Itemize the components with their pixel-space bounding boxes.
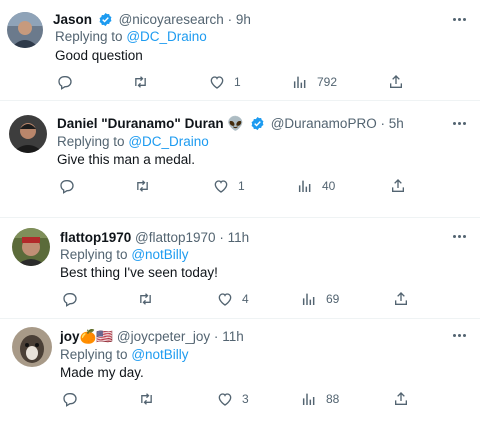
retweet-icon (134, 178, 151, 194)
views-icon (301, 391, 317, 407)
share-button[interactable] (390, 176, 406, 196)
separator-dot: · (227, 12, 233, 27)
avatar[interactable] (12, 327, 52, 367)
views-icon (292, 74, 308, 90)
separator-dot: · (213, 329, 219, 344)
more-icon[interactable] (452, 333, 468, 339)
tweet-text: Made my day. (60, 365, 144, 380)
heart-icon (213, 178, 229, 194)
tweet-4[interactable]: joy🍊🇺🇸 @joycpeter_joy · 11h Replying to … (0, 319, 480, 426)
share-button[interactable] (388, 72, 404, 92)
retweet-button[interactable] (137, 289, 154, 309)
tweet-actions: 1 40 (57, 176, 417, 196)
reply-button[interactable] (57, 72, 73, 92)
view-count: 40 (322, 179, 336, 193)
like-button[interactable]: 3 (217, 389, 249, 409)
avatar[interactable] (9, 115, 47, 153)
like-button[interactable]: 1 (209, 72, 241, 92)
like-count: 1 (234, 75, 241, 89)
replying-to: Replying to @DC_Draino (55, 28, 207, 46)
views-button[interactable]: 88 (301, 389, 339, 409)
reply-button[interactable] (62, 389, 78, 409)
tweet-text: Give this man a medal. (57, 152, 196, 167)
share-icon (390, 178, 406, 194)
heart-icon (217, 291, 233, 307)
views-icon (301, 291, 317, 307)
replying-to-label: Replying to (57, 134, 125, 149)
tweet-1[interactable]: Jason @nicoyaresearch · 9h Replying to @… (0, 0, 480, 100)
separator-dot: · (219, 230, 224, 245)
verified-badge-icon (250, 116, 265, 136)
retweet-button[interactable] (134, 176, 151, 196)
like-count: 1 (238, 179, 245, 193)
view-count: 792 (317, 75, 338, 89)
replying-to: Replying to @DC_Draino (57, 133, 209, 151)
more-icon[interactable] (452, 234, 468, 240)
timestamp[interactable]: 11h (228, 230, 250, 245)
timestamp[interactable]: 11h (222, 329, 244, 344)
share-button[interactable] (393, 289, 409, 309)
reply-icon (57, 74, 73, 90)
avatar[interactable] (7, 12, 43, 48)
replying-to: Replying to @notBilly (60, 246, 189, 264)
view-count: 88 (326, 392, 340, 406)
reply-icon (59, 178, 75, 194)
share-icon (393, 391, 409, 407)
heart-icon (217, 391, 233, 407)
views-button[interactable]: 40 (297, 176, 335, 196)
name-emoji: 🍊🇺🇸 (79, 329, 114, 344)
views-button[interactable]: 792 (292, 72, 337, 92)
replying-to-label: Replying to (60, 247, 128, 262)
display-name[interactable]: flattop1970 (60, 230, 131, 245)
tweet-actions: 3 88 (60, 389, 420, 409)
replying-to-link[interactable]: @notBilly (131, 347, 188, 362)
name-emoji: 👽 (227, 116, 245, 131)
replying-to-link[interactable]: @DC_Draino (126, 29, 206, 44)
reply-icon (62, 391, 78, 407)
heart-icon (209, 74, 225, 90)
replying-to-link[interactable]: @DC_Draino (128, 134, 208, 149)
more-icon[interactable] (452, 121, 468, 127)
tweet-actions: 4 69 (60, 289, 420, 309)
replying-to-label: Replying to (55, 29, 123, 44)
like-button[interactable]: 1 (213, 176, 245, 196)
user-handle[interactable]: @nicoyaresearch (119, 12, 224, 27)
replying-to: Replying to @notBilly (60, 346, 189, 364)
views-button[interactable]: 69 (301, 289, 339, 309)
timestamp[interactable]: 5h (389, 116, 404, 131)
user-handle[interactable]: @DuranamoPRO (271, 116, 377, 131)
timestamp[interactable]: 9h (236, 12, 251, 27)
retweet-button[interactable] (132, 72, 149, 92)
reply-button[interactable] (59, 176, 75, 196)
share-button[interactable] (393, 389, 409, 409)
reply-button[interactable] (62, 289, 78, 309)
tweet-text: Best thing I've seen today! (60, 265, 218, 280)
replying-to-link[interactable]: @notBilly (131, 247, 188, 262)
replying-to-label: Replying to (60, 347, 128, 362)
display-name[interactable]: Jason (53, 12, 92, 27)
retweet-icon (138, 391, 155, 407)
display-name[interactable]: Daniel "Duranamo" Duran (57, 116, 224, 131)
tweet-text: Good question (55, 48, 143, 63)
like-count: 3 (242, 392, 249, 406)
view-count: 69 (326, 292, 340, 306)
tweet-actions: 1 792 (55, 72, 415, 92)
retweet-button[interactable] (138, 389, 155, 409)
like-button[interactable]: 4 (217, 289, 249, 309)
views-icon (297, 178, 313, 194)
retweet-icon (132, 74, 149, 90)
separator-dot: · (380, 116, 385, 131)
tweet-3[interactable]: flattop1970 @flattop1970 · 11h Replying … (0, 218, 480, 318)
retweet-icon (137, 291, 154, 307)
user-handle[interactable]: @flattop1970 (135, 230, 216, 245)
display-name[interactable]: joy (60, 329, 80, 344)
more-icon[interactable] (452, 17, 468, 23)
user-handle[interactable]: @joycpeter_joy (117, 329, 210, 344)
avatar[interactable] (12, 228, 50, 266)
share-icon (388, 74, 404, 90)
reply-icon (62, 291, 78, 307)
like-count: 4 (242, 292, 249, 306)
tweet-2[interactable]: Daniel "Duranamo" Duran 👽 @DuranamoPRO ·… (0, 101, 480, 217)
share-icon (393, 291, 409, 307)
